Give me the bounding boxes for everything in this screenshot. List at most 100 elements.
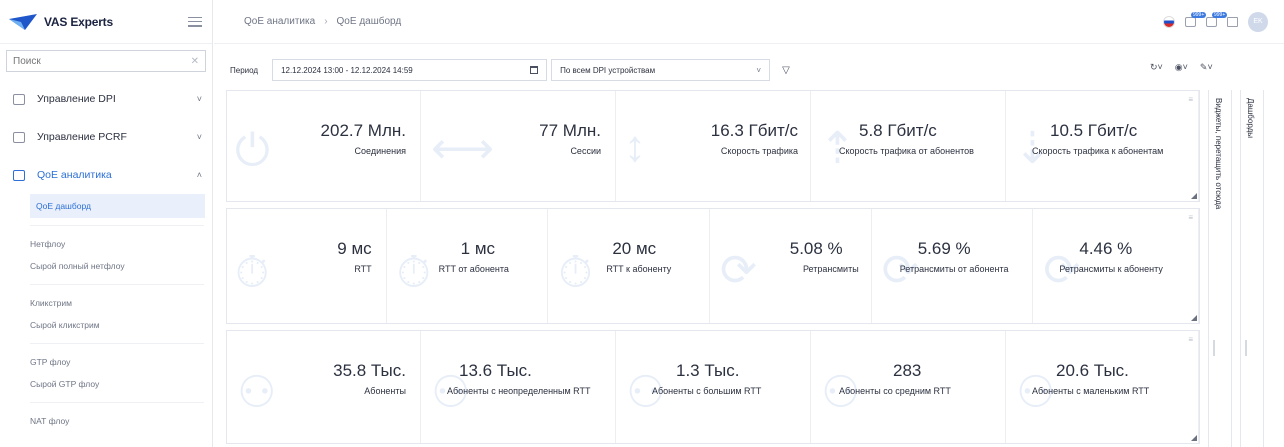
widgets-pane-label: Виджеты, перетащить отсюда: [1214, 98, 1223, 210]
kpi-value: 20 мс: [612, 239, 657, 258]
alerts-icon[interactable]: 999+: [1206, 11, 1228, 27]
toolbar-right: ↻˅ ◉˅ ✎˅: [1150, 62, 1213, 73]
kpi-value: 1.3 Тыс.: [676, 361, 740, 380]
search-input[interactable]: [13, 55, 191, 67]
edit-icon[interactable]: ✎˅: [1200, 62, 1213, 73]
kpi-label: Сессии: [570, 146, 601, 156]
kpi-tile-traffic-speed: ↕ 16.3 Гбит/с Скорость трафика: [616, 91, 811, 201]
nav-group-dpi[interactable]: Управление DPI ˅: [0, 80, 212, 118]
kpi-tile-connections: ⏻ 202.7 Млн. Соединения: [227, 91, 421, 201]
mail-badge: 999+: [1191, 11, 1207, 18]
breadcrumb-qoe[interactable]: QoE аналитика: [244, 16, 315, 27]
period-value: 12.12.2024 13:00 - 12.12.2024 14:59: [281, 65, 413, 75]
panel-menu-icon[interactable]: ≡: [1188, 95, 1193, 104]
header-actions: 999+ 999+ EK: [1163, 11, 1268, 32]
kpi-tile-retransmits-to-sub: ⟳ 4.46 % Ретрансмиты к абоненту: [1033, 209, 1200, 323]
breadcrumb-dashboard: QoE дашборд: [336, 16, 402, 27]
chevron-down-icon: ˅: [196, 94, 202, 104]
kpi-value: 10.5 Гбит/с: [1050, 121, 1138, 140]
sidebar-search: ✕: [6, 50, 206, 72]
kpi-label: Скорость трафика к абонентам: [1032, 146, 1164, 156]
refresh-icon[interactable]: ↻˅: [1150, 62, 1163, 73]
filter-icon[interactable]: ▽: [782, 65, 790, 76]
kpi-label: Скорость трафика: [720, 146, 798, 156]
view-icon[interactable]: ◉˅: [1175, 62, 1188, 73]
kpi-tile-subs-mid-rtt: ⚇ 283 Абоненты со средним RTT: [811, 331, 1006, 443]
widgets-pane[interactable]: Виджеты, перетащить отсюда: [1208, 90, 1232, 447]
kpi-label: Абоненты с маленьким RTT: [1032, 386, 1150, 396]
resize-handle-icon[interactable]: [1191, 315, 1197, 321]
nav-group-label: Управление PCRF: [37, 131, 127, 143]
resize-handle-icon[interactable]: [1191, 435, 1197, 441]
nav-group-label: QoE аналитика: [37, 169, 112, 181]
kpi-value: 5.8 Гбит/с: [859, 121, 937, 140]
resize-handle-icon[interactable]: [1191, 193, 1197, 199]
home-icon[interactable]: [1227, 16, 1238, 27]
logo-row: VAS Experts: [0, 0, 212, 44]
kpi-value: 20.6 Тыс.: [1056, 361, 1129, 380]
kpi-label: RTT: [354, 264, 372, 274]
panel-menu-icon[interactable]: ≡: [1188, 213, 1193, 222]
kpi-value: 202.7 Млн.: [320, 121, 406, 140]
dpi-select[interactable]: По всем DPI устройствам ˅: [551, 59, 771, 81]
kpi-value: 9 мс: [337, 239, 372, 258]
dpi-select-value: По всем DPI устройствам: [560, 65, 656, 75]
sidebar-item-raw-clickstream[interactable]: Сырой кликстрим: [0, 314, 212, 336]
sidebar-item-clickstream[interactable]: Кликстрим: [0, 292, 212, 314]
sidebar-item-nat-flow[interactable]: NAT флоу: [0, 410, 212, 432]
kpi-label: Ретрансмиты от абонента: [899, 264, 1009, 274]
kpi-label: Абоненты с неопределенным RTT: [447, 386, 591, 396]
kpi-value: 1 мс: [460, 239, 496, 258]
grid-icon: [13, 131, 25, 143]
users-icon: ⚇: [237, 368, 277, 417]
avatar[interactable]: EK: [1248, 11, 1268, 32]
alerts-badge: 999+: [1212, 11, 1228, 18]
stopwatch-icon: ⏱: [396, 248, 431, 297]
kpi-label: RTT к абоненту: [606, 264, 672, 274]
clear-icon[interactable]: ✕: [191, 56, 199, 67]
kpi-tile-rtt-to-sub: ⏱ 20 мс RTT к абоненту: [548, 209, 711, 323]
widget-panel-traffic: ⏻ 202.7 Млн. Соединения ⟷ 77 Млн. Сессии…: [226, 90, 1200, 202]
panel-menu-icon[interactable]: ≡: [1188, 335, 1193, 344]
sidebar-item-raw-netflow[interactable]: Сырой полный нетфлоу: [0, 255, 212, 277]
sidebar-item-qoe-dashboard[interactable]: QoE дашборд: [30, 194, 205, 218]
dashboards-pane-label: Дашборды: [1246, 98, 1255, 138]
drag-grip-icon[interactable]: [1213, 340, 1215, 356]
chart-icon: [13, 169, 25, 181]
app-name: VAS Experts: [44, 14, 113, 29]
widget-panel-subscribers: ⚇ 35.8 Тыс. Абоненты ⚇ 13.6 Тыс. Абонент…: [226, 330, 1200, 444]
kpi-value: 13.6 Тыс.: [459, 361, 532, 380]
nav-group-pcrf[interactable]: Управление PCRF ˅: [0, 118, 212, 156]
dashboards-pane[interactable]: Дашборды: [1240, 90, 1264, 447]
kpi-tile-subs-high-rtt: ⚇ 1.3 Тыс. Абоненты с большим RTT: [616, 331, 811, 443]
arrows-horizontal-icon: ⟷: [431, 124, 495, 173]
kpi-label: Ретрансмиты: [802, 264, 859, 274]
kpi-tile-subscribers: ⚇ 35.8 Тыс. Абоненты: [227, 331, 421, 443]
logo-icon: [9, 13, 37, 30]
calendar-icon[interactable]: [530, 66, 539, 74]
divider: [30, 402, 204, 403]
arrows-vertical-icon: ↕: [624, 122, 646, 171]
stopwatch-icon: ⏱: [235, 248, 270, 297]
kpi-tile-subs-undefined-rtt: ⚇ 13.6 Тыс. Абоненты с неопределенным RT…: [421, 331, 616, 443]
kpi-label: Абоненты со средним RTT: [839, 386, 951, 396]
kpi-label: Скорость трафика от абонентов: [839, 146, 974, 156]
chevron-down-icon: ˅: [196, 132, 202, 142]
mail-icon[interactable]: 999+: [1185, 11, 1207, 27]
sidebar-item-gtp-flow[interactable]: GTP флоу: [0, 351, 212, 373]
nav-group-qoe[interactable]: QoE аналитика ˄: [0, 156, 212, 194]
widget-panel-rtt: ⏱ 9 мс RTT ⏱ 1 мс RTT от абонента ⏱ 20 м…: [226, 208, 1200, 324]
retry-icon: ⟳: [720, 246, 757, 295]
kpi-tile-subs-low-rtt: ⚇ 20.6 Тыс. Абоненты с маленьким RTT: [1006, 331, 1199, 443]
kpi-value: 283: [893, 361, 922, 380]
stopwatch-icon: ⏱: [558, 248, 593, 297]
breadcrumb-separator-icon: ›: [324, 16, 328, 27]
menu-toggle-icon[interactable]: [188, 16, 202, 27]
kpi-tile-rtt-from-sub: ⏱ 1 мс RTT от абонента: [387, 209, 549, 323]
period-field[interactable]: 12.12.2024 13:00 - 12.12.2024 14:59: [272, 59, 548, 81]
divider: [30, 225, 204, 226]
drag-grip-icon[interactable]: [1245, 340, 1247, 356]
sidebar-item-raw-gtp-flow[interactable]: Сырой GTP флоу: [0, 373, 212, 395]
sidebar-item-netflow[interactable]: Нетфлоу: [0, 233, 212, 255]
language-flag-icon[interactable]: [1163, 15, 1175, 28]
